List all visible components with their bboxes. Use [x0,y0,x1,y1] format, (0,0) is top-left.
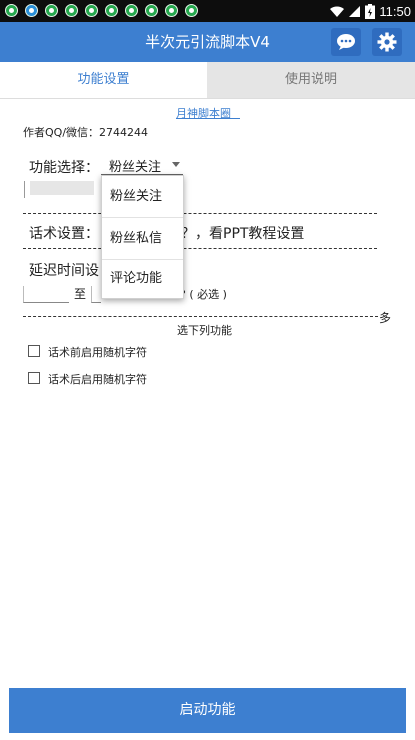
random-prefix-checkbox[interactable] [28,345,40,357]
feature-select[interactable]: 粉丝关注 [101,155,183,175]
chat-button[interactable] [331,28,361,56]
feature-dropdown-menu: 粉丝关注 粉丝私信 评论功能 [101,175,184,299]
status-bar: 11:50 [0,0,415,22]
app-notification-icon [65,4,78,17]
app-notification-icon [105,4,118,17]
app-notification-icon [25,4,38,17]
wifi-icon [330,5,345,17]
chevron-down-icon [172,162,180,167]
random-suffix-checkbox[interactable] [28,372,40,384]
app-notification-icon [185,4,198,17]
delay-min-input[interactable] [23,286,69,303]
link-underline [176,118,240,119]
delay-max-input[interactable] [91,286,101,303]
status-time: 11:50 [379,3,411,19]
tab-divider [0,98,415,99]
settings-button[interactable] [372,28,402,56]
app-notification-icon [5,4,18,17]
app-bar: 半次元引流脚本V4 [0,22,415,62]
feature-select-label: 功能选择： [29,160,99,176]
start-button[interactable]: 启动功能 [9,688,406,733]
more-label: 多 [379,311,392,325]
delay-unit-hint: ? ( 必选 ) [180,288,227,301]
divider-3 [23,316,378,317]
tab-usage-guide[interactable]: 使用说明 [207,62,415,98]
signal-icon [349,5,361,17]
feature-select-value: 粉丝关注 [109,160,162,175]
app-notification-icon [165,4,178,17]
dropdown-option-follow[interactable]: 粉丝关注 [102,176,183,217]
dropdown-option-comment[interactable]: 评论功能 [102,258,183,299]
gear-icon [377,32,397,52]
chat-icon [337,34,355,50]
status-bar-right: 11:50 [329,2,411,20]
script-settings-hint: ？，看PPT教程设置 [181,226,305,242]
tab-feature-settings[interactable]: 功能设置 [0,62,207,98]
select-features-hint: 选下列功能 [177,324,232,337]
random-suffix-label: 话术后启用随机字符 [48,373,147,386]
random-prefix-label: 话术前启用随机字符 [48,346,147,359]
dropdown-option-message[interactable]: 粉丝私信 [102,218,183,259]
battery-icon [365,3,376,19]
delay-to-label: 至 [74,287,87,301]
app-notification-icon [85,4,98,17]
app-notification-icon [145,4,158,17]
script-settings-label: 话术设置： [29,226,99,242]
app-notification-icon [125,4,138,17]
app-notification-icon [45,4,58,17]
input-edge [24,181,25,198]
author-line: 作者QQ/微信：2744244 [23,126,149,139]
tab-bar: 功能设置 使用说明 [0,62,415,98]
divider-1 [23,213,377,214]
divider-2 [23,248,377,249]
blurred-text [30,181,94,195]
delay-label: 延迟时间设 [29,263,99,279]
